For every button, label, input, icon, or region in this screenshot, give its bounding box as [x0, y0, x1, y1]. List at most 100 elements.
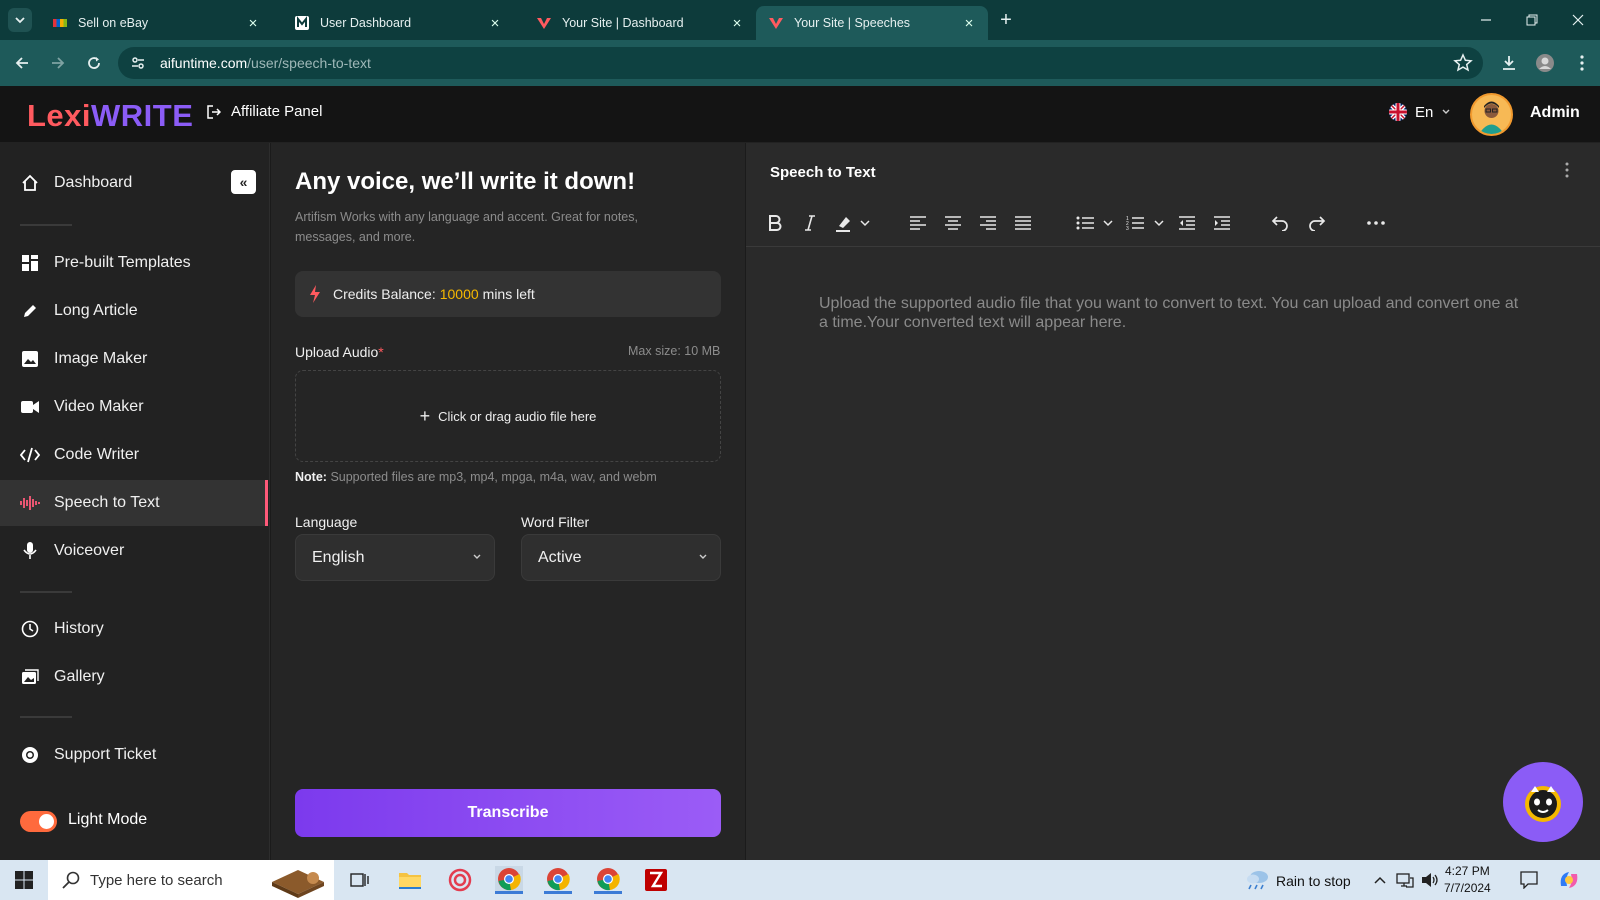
site-info-icon[interactable] — [126, 51, 150, 75]
clock-time: 4:27 PM — [1445, 864, 1490, 878]
sidebar-item-image-maker[interactable]: Image Maker — [0, 336, 268, 382]
highlight-icon[interactable] — [832, 210, 856, 236]
browser-menu-icon[interactable] — [1571, 52, 1593, 74]
tab-title: User Dashboard — [320, 16, 412, 30]
url-text: aifuntime.com/user/speech-to-text — [160, 55, 371, 71]
lexiwrite-logo[interactable]: LexiWRITE — [27, 98, 193, 134]
numbered-list-icon[interactable]: 123 — [1123, 210, 1147, 236]
tab-user-dashboard[interactable]: User Dashboard × — [282, 6, 514, 40]
filezilla-icon[interactable] — [642, 866, 670, 894]
italic-icon[interactable] — [798, 210, 822, 236]
profile-avatar-icon[interactable] — [1534, 52, 1556, 74]
bookmark-star-icon[interactable] — [1453, 53, 1473, 73]
url-path: /user/speech-to-text — [247, 55, 371, 71]
restore-icon[interactable] — [1524, 12, 1540, 28]
chrome-profile-taskbar-icon[interactable] — [544, 866, 572, 894]
app-red-circle-icon[interactable] — [446, 866, 474, 894]
more-options-icon[interactable] — [1565, 162, 1569, 178]
download-icon[interactable] — [1498, 52, 1520, 74]
chrome-alt-taskbar-icon[interactable] — [594, 866, 622, 894]
sidebar-item-video-maker[interactable]: Video Maker — [0, 384, 268, 430]
outdent-icon[interactable] — [1175, 210, 1199, 236]
chevron-down-icon — [1442, 109, 1450, 114]
minimize-icon[interactable] — [1478, 12, 1494, 28]
numbered-list-dropdown-chevron-icon[interactable] — [1152, 210, 1166, 236]
align-justify-icon[interactable] — [1011, 210, 1035, 236]
sidebar-item-history[interactable]: History — [0, 606, 268, 652]
url-bar[interactable]: aifuntime.com/user/speech-to-text — [118, 47, 1483, 79]
volume-icon[interactable] — [1419, 866, 1441, 894]
sidebar-item-speech-to-text[interactable]: Speech to Text — [0, 480, 268, 526]
network-icon[interactable] — [1394, 866, 1416, 894]
copilot-icon[interactable] — [1555, 866, 1583, 894]
sidebar-item-support-ticket[interactable]: Support Ticket — [0, 732, 268, 778]
sidebar-item-pre-built-templates[interactable]: Pre-built Templates — [0, 240, 268, 286]
waveform-icon — [20, 493, 40, 513]
indent-icon[interactable] — [1210, 210, 1234, 236]
audio-dropzone[interactable]: + Click or drag audio file here — [295, 370, 721, 462]
chatbot-button[interactable] — [1503, 762, 1583, 842]
new-tab-button[interactable]: + — [996, 9, 1016, 31]
undo-icon[interactable] — [1268, 210, 1292, 236]
pen-icon — [20, 301, 40, 321]
credits-value: 10000 — [439, 286, 479, 302]
highlight-dropdown-chevron-icon[interactable] — [858, 210, 872, 236]
reload-icon[interactable] — [83, 52, 105, 74]
language-select[interactable]: English — [295, 534, 495, 581]
site-favicon-icon — [537, 18, 551, 29]
clock-date: 7/7/2024 — [1444, 881, 1491, 895]
sidebar-item-long-article[interactable]: Long Article — [0, 288, 268, 334]
bold-icon[interactable] — [763, 210, 787, 236]
light-mode-toggle[interactable] — [20, 811, 57, 832]
tab-sell-on-ebay[interactable]: Sell on eBay × — [40, 6, 272, 40]
sidebar-item-gallery[interactable]: Gallery — [0, 654, 268, 700]
tab-your-site-dashboard[interactable]: Your Site | Dashboard × — [524, 6, 756, 40]
windows-start-icon[interactable] — [10, 866, 38, 894]
taskbar-clock[interactable]: 4:27 PM 7/7/2024 — [1444, 863, 1491, 897]
home-icon — [20, 173, 40, 193]
user-avatar[interactable] — [1470, 93, 1513, 136]
upload-audio-label: Upload Audio* — [295, 344, 384, 360]
language-label: En — [1415, 103, 1434, 121]
sidebar-item-voiceover[interactable]: Voiceover — [0, 528, 268, 574]
align-right-icon[interactable] — [976, 210, 1000, 236]
affiliate-panel-link[interactable]: Affiliate Panel — [207, 103, 322, 120]
weather-rain-icon[interactable] — [1244, 866, 1272, 894]
bullet-list-icon[interactable] — [1073, 210, 1097, 236]
transcribe-button[interactable]: Transcribe — [295, 789, 721, 837]
sidebar-item-label: Image Maker — [54, 350, 148, 367]
close-tab-icon[interactable]: × — [488, 16, 502, 31]
close-tab-icon[interactable]: × — [730, 16, 744, 31]
user-name: Admin — [1530, 104, 1580, 121]
sidebar-item-code-writer[interactable]: Code Writer — [0, 432, 268, 478]
align-center-icon[interactable] — [941, 210, 965, 236]
language-selector[interactable]: En — [1389, 103, 1451, 121]
sidebar-item-label: Speech to Text — [54, 494, 160, 511]
tab-search-button[interactable] — [8, 8, 32, 32]
task-view-icon[interactable] — [346, 866, 374, 894]
close-window-icon[interactable] — [1570, 12, 1586, 28]
search-icon — [62, 871, 80, 889]
svg-text:3: 3 — [1126, 226, 1129, 231]
tab-title: Your Site | Speeches — [794, 16, 911, 30]
more-toolbar-icon[interactable] — [1364, 210, 1388, 236]
chevron-up-icon[interactable] — [1372, 866, 1388, 894]
redo-icon[interactable] — [1305, 210, 1329, 236]
close-tab-icon[interactable]: × — [246, 16, 260, 31]
word-filter-select-value: Active — [538, 548, 582, 566]
file-explorer-icon[interactable] — [396, 866, 424, 894]
toggle-knob — [39, 814, 54, 829]
plus-icon: + — [419, 405, 431, 426]
align-left-icon[interactable] — [906, 210, 930, 236]
chrome-taskbar-icon[interactable] — [495, 866, 523, 894]
forward-icon[interactable] — [47, 52, 69, 74]
notifications-icon[interactable] — [1515, 866, 1543, 894]
weather-text[interactable]: Rain to stop — [1276, 873, 1351, 889]
tab-your-site-speeches[interactable]: Your Site | Speeches × — [756, 6, 988, 40]
close-tab-icon[interactable]: × — [962, 16, 976, 31]
bullet-list-dropdown-chevron-icon[interactable] — [1101, 210, 1115, 236]
back-icon[interactable] — [11, 52, 33, 74]
sidebar-item-dashboard[interactable]: Dashboard — [0, 160, 268, 206]
editor-placeholder[interactable]: Upload the supported audio file that you… — [819, 294, 1529, 332]
word-filter-select[interactable]: Active — [521, 534, 721, 581]
